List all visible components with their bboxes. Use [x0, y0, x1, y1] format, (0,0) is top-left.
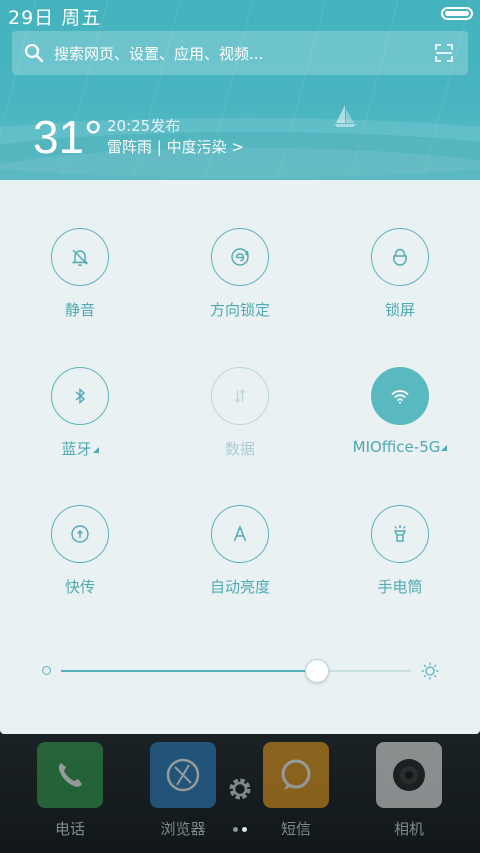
messages-app-icon[interactable] — [263, 742, 329, 808]
toggle-label: 静音 — [64, 301, 95, 319]
weather-temperature[interactable]: 31° — [33, 110, 103, 164]
phone-icon — [58, 763, 82, 787]
browser-app-icon[interactable] — [150, 742, 216, 808]
brightness-slider[interactable] — [61, 670, 411, 672]
app-camera[interactable]: 相机 — [374, 742, 444, 839]
app-messages[interactable]: 短信 — [261, 742, 331, 839]
search-icon — [24, 43, 44, 63]
toggle-circle[interactable] — [51, 367, 109, 425]
toggle-label-text: MIOffice-5G — [352, 438, 441, 456]
brightness-control — [0, 650, 480, 690]
toggle-quick-share[interactable]: 快传 — [0, 505, 160, 597]
gear-icon[interactable] — [225, 774, 255, 804]
toggle-circle[interactable] — [211, 367, 269, 425]
toggle-circle[interactable] — [211, 228, 269, 286]
page-indicator — [233, 827, 253, 833]
expand-triangle-icon[interactable] — [92, 447, 99, 453]
app-label: 短信 — [280, 820, 311, 838]
auto-a-icon — [233, 524, 247, 542]
page-dot — [242, 827, 247, 832]
toggle-label: 数据 — [224, 440, 255, 458]
camera-lens-icon — [393, 759, 425, 791]
toggle-circle[interactable] — [371, 505, 429, 563]
toggle-mute[interactable]: 静音 — [0, 228, 160, 320]
chat-bubble-icon — [281, 759, 311, 790]
weather-published-time: 20:25发布 — [107, 117, 181, 135]
home-dock: 电话 浏览器 短信 相机 — [0, 734, 480, 853]
expand-triangle-icon[interactable] — [441, 445, 448, 451]
notification-header: 29日 周五 搜索网页、设置、应用、视频... 31° 20:25发布 雷阵雨 … — [0, 0, 480, 180]
toggle-flashlight[interactable]: 手电筒 — [320, 505, 480, 597]
toggle-lock-screen[interactable]: 锁屏 — [320, 228, 480, 320]
bluetooth-icon — [75, 387, 86, 405]
flashlight-icon — [393, 525, 407, 542]
status-date: 29日 周五 — [8, 7, 102, 29]
app-browser[interactable]: 浏览器 — [148, 742, 218, 839]
quick-settings-panel: 静音 方向锁定 锁屏 蓝牙 数据 MIOffice-5G 快传 自动亮度 手电筒 — [0, 180, 480, 734]
toggle-label: 锁屏 — [384, 301, 415, 319]
brightness-slider-fill — [61, 670, 317, 672]
brightness-slider-thumb[interactable] — [305, 659, 329, 683]
toggle-label: 自动亮度 — [209, 578, 270, 596]
search-bar[interactable]: 搜索网页、设置、应用、视频... — [12, 31, 468, 75]
app-label: 浏览器 — [160, 820, 206, 838]
brightness-low-icon — [42, 666, 51, 675]
toggle-label: 手电筒 — [377, 578, 423, 596]
data-arrows-icon — [234, 388, 246, 404]
weather-condition-link[interactable]: 雷阵雨 | 中度污染 > — [107, 136, 244, 157]
toggle-label: 快传 — [64, 578, 95, 596]
scan-icon[interactable] — [434, 43, 454, 63]
toggle-label: 蓝牙 — [0, 438, 160, 459]
app-label: 电话 — [54, 820, 85, 838]
toggle-bluetooth[interactable]: 蓝牙 — [0, 367, 160, 459]
phone-app-icon[interactable] — [37, 742, 103, 808]
toggle-circle[interactable] — [371, 367, 429, 425]
page-dot — [233, 827, 238, 832]
globe-icon — [166, 758, 200, 792]
share-up-icon — [71, 525, 89, 543]
bell-off-icon — [71, 249, 89, 267]
toggle-wifi[interactable]: MIOffice-5G — [320, 367, 480, 456]
battery-icon — [441, 7, 473, 20]
toggle-mobile-data[interactable]: 数据 — [160, 367, 320, 459]
sun-icon — [421, 662, 439, 680]
toggle-auto-brightness[interactable]: 自动亮度 — [160, 505, 320, 597]
toggle-circle[interactable] — [371, 228, 429, 286]
rotation-lock-icon — [231, 248, 249, 266]
toggle-label-text: 蓝牙 — [61, 440, 92, 458]
camera-app-icon[interactable] — [376, 742, 442, 808]
toggle-rotation-lock[interactable]: 方向锁定 — [160, 228, 320, 320]
search-input[interactable]: 搜索网页、设置、应用、视频... — [54, 43, 434, 64]
app-phone[interactable]: 电话 — [35, 742, 105, 839]
toggle-circle[interactable] — [211, 505, 269, 563]
lock-icon — [393, 248, 407, 266]
app-label: 相机 — [393, 820, 424, 838]
toggle-circle[interactable] — [51, 505, 109, 563]
wifi-icon — [391, 390, 409, 404]
toggle-label: MIOffice-5G — [320, 438, 480, 456]
toggle-circle[interactable] — [51, 228, 109, 286]
sailboat-icon — [334, 105, 356, 127]
toggle-label: 方向锁定 — [209, 301, 270, 319]
